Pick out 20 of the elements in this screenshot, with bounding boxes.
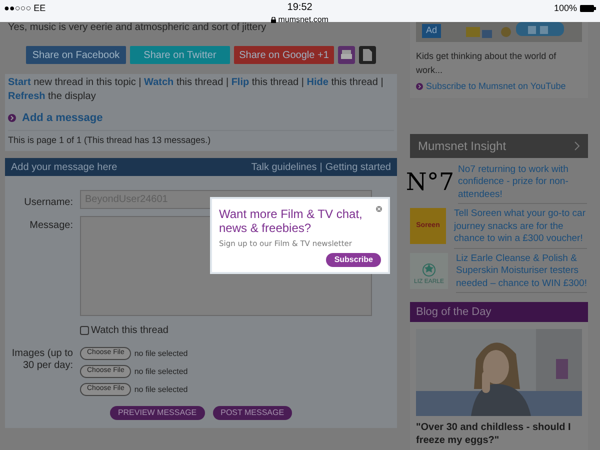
username-label: Username: [23,196,73,210]
message-label: Message: [28,219,73,233]
carrier-text: ●●○○○ EE [4,2,46,15]
ad-caption: Kids get thinking about the world of work... [416,50,558,76]
file-status-text: no file selected [134,366,188,378]
separator-text: | [320,160,322,174]
images-label: Images (up to 30 per day: [10,348,73,373]
watch-label: Watch this thread [91,324,168,338]
file-status-text: no file selected [134,348,188,360]
file-status-text: no file selected [134,384,188,396]
insight-title: Mumsnet Insight [418,138,506,154]
popup-title: Want more Film & TV chat, news & freebies? [219,207,364,235]
post-text: Yes, music is very eerie and atmospheric and sort of jittery [7,22,268,34]
clock-text: 19:52 [287,1,312,15]
ad-badge: Ad [422,24,442,38]
form-title: Add your message here [11,160,118,174]
page-info-text: This is page 1 of 1 (This thread has 13 messages.) [8,134,212,147]
battery-text: 100% [554,2,577,15]
thread-actions-text: Start new thread in this topic | Watch this thread | Flip this thread | Hide this thread | Refresh the display [8,76,384,104]
blog-title: Blog of the Day [416,304,492,320]
